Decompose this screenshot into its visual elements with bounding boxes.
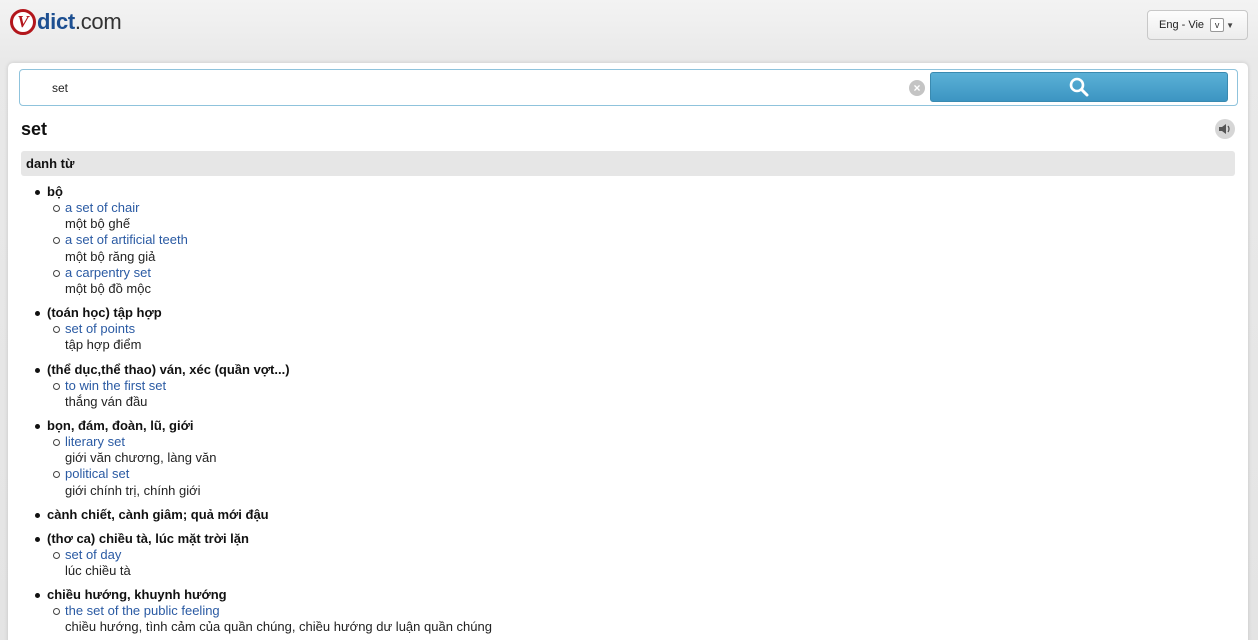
sense-heading: cành chiết, cành giâm; quả mới đậu — [47, 506, 269, 522]
example-translation: chiều hướng, tình cảm của quần chúng, ch… — [65, 619, 492, 635]
sense-item: bộ a set of chair một bộ ghế a set of artif… — [35, 184, 1197, 297]
sense-heading: (thơ ca) chiều tà, lúc mặt trời lặn — [47, 530, 249, 546]
example-phrase-link[interactable]: a set of artificial teeth — [65, 232, 1197, 248]
example-phrase-link[interactable]: political set — [65, 466, 1197, 482]
language-select[interactable]: Eng - Vie v ▼ — [1147, 10, 1248, 40]
example-item: to win the first set thắng ván đầu — [53, 378, 1197, 410]
example-phrase-link[interactable]: a carpentry set — [65, 265, 1197, 281]
search-button[interactable] — [930, 72, 1228, 102]
speaker-icon[interactable] — [1215, 119, 1235, 139]
example-item: a set of chair một bộ ghế — [53, 200, 1197, 232]
sense-item: chiều hướng, khuynh hướng the set of the … — [35, 587, 1197, 635]
sense-item: bọn, đám, đoàn, lũ, giới literary set giới… — [35, 418, 1197, 499]
example-phrase-link[interactable]: a set of chair — [65, 200, 1197, 216]
search-icon — [1069, 77, 1089, 97]
example-translation: tập hợp điểm — [65, 337, 142, 353]
example-phrase-link[interactable]: to win the first set — [65, 378, 1197, 394]
example-item: political set giới chính trị, chính giới — [53, 466, 1197, 498]
sense-heading: chiều hướng, khuynh hướng — [47, 587, 227, 603]
example-list: the set of the public feeling chiều hướng… — [53, 603, 1197, 635]
search-input[interactable] — [32, 75, 902, 100]
example-phrase-link[interactable]: the set of the public feeling — [65, 603, 1197, 619]
example-translation: lúc chiều tà — [65, 563, 131, 579]
sense-item: (thơ ca) chiều tà, lúc mặt trời lặn set o… — [35, 530, 1197, 579]
example-phrase-link[interactable]: set of day — [65, 547, 1197, 563]
example-phrase-link[interactable]: set of points — [65, 321, 1197, 337]
sense-heading: bộ — [47, 184, 63, 199]
example-item: the set of the public feeling chiều hướng… — [53, 603, 1197, 635]
dropdown-box-icon: v — [1210, 18, 1225, 32]
sense-item: cành chiết, cành giâm; quả mới đậu — [35, 506, 1197, 523]
example-item: a carpentry set một bộ đồ mộc — [53, 265, 1197, 297]
example-translation: giới văn chương, làng văn — [65, 450, 217, 466]
search-box: × — [19, 69, 1238, 106]
example-list: to win the first set thắng ván đầu — [53, 378, 1197, 410]
example-list: literary set giới văn chương, làng văn pol… — [53, 434, 1197, 499]
example-item: set of day lúc chiều tà — [53, 547, 1197, 579]
example-translation: giới chính trị, chính giới — [65, 482, 201, 498]
example-list: a set of chair một bộ ghế a set of artific… — [53, 200, 1197, 297]
sense-item: (thể dục,thể thao) ván, xéc (quần vợt...… — [35, 361, 1197, 410]
example-phrase-link[interactable]: literary set — [65, 434, 1197, 450]
example-translation: một bộ đồ mộc — [65, 281, 151, 297]
logo-dict: dict — [37, 9, 75, 34]
language-select-value: Eng - Vie — [1159, 19, 1205, 31]
logo-com: .com — [74, 9, 122, 34]
sense-heading: (thể dục,thể thao) ván, xéc (quần vợt...… — [47, 361, 290, 377]
sense-heading: (toán học) tập hợp — [47, 305, 162, 321]
example-translation: thắng ván đầu — [65, 393, 148, 409]
example-translation: một bộ răng giả — [65, 248, 156, 264]
clear-search-icon[interactable]: × — [909, 80, 925, 96]
example-translation: một bộ ghế — [65, 216, 131, 232]
logo-v-mark: V — [10, 9, 36, 35]
example-item: a set of artificial teeth một bộ răng giả — [53, 232, 1197, 264]
example-list: set of day lúc chiều tà — [53, 547, 1197, 579]
example-item: set of points tập hợp điểm — [53, 321, 1197, 353]
sense-item: (toán học) tập hợp set of points tập hợp đ… — [35, 305, 1197, 353]
example-list: set of points tập hợp điểm — [53, 321, 1197, 353]
sense-heading: bọn, đám, đoàn, lũ, giới — [47, 418, 194, 434]
part-of-speech-header: danh từ — [21, 151, 1235, 176]
example-item: literary set giới văn chương, làng văn — [53, 434, 1197, 466]
caret-down-icon: ▼ — [1226, 20, 1234, 30]
main-panel: × set danh từ bộa set of chairmột bộ ghế… — [8, 63, 1248, 640]
page-title: set — [21, 119, 48, 139]
vdict-logo[interactable]: V dict.com — [10, 7, 122, 37]
definition-list: bộ a set of chair một bộ ghế a set of artif… — [35, 184, 1197, 640]
logo-text: dict.com — [37, 9, 122, 35]
